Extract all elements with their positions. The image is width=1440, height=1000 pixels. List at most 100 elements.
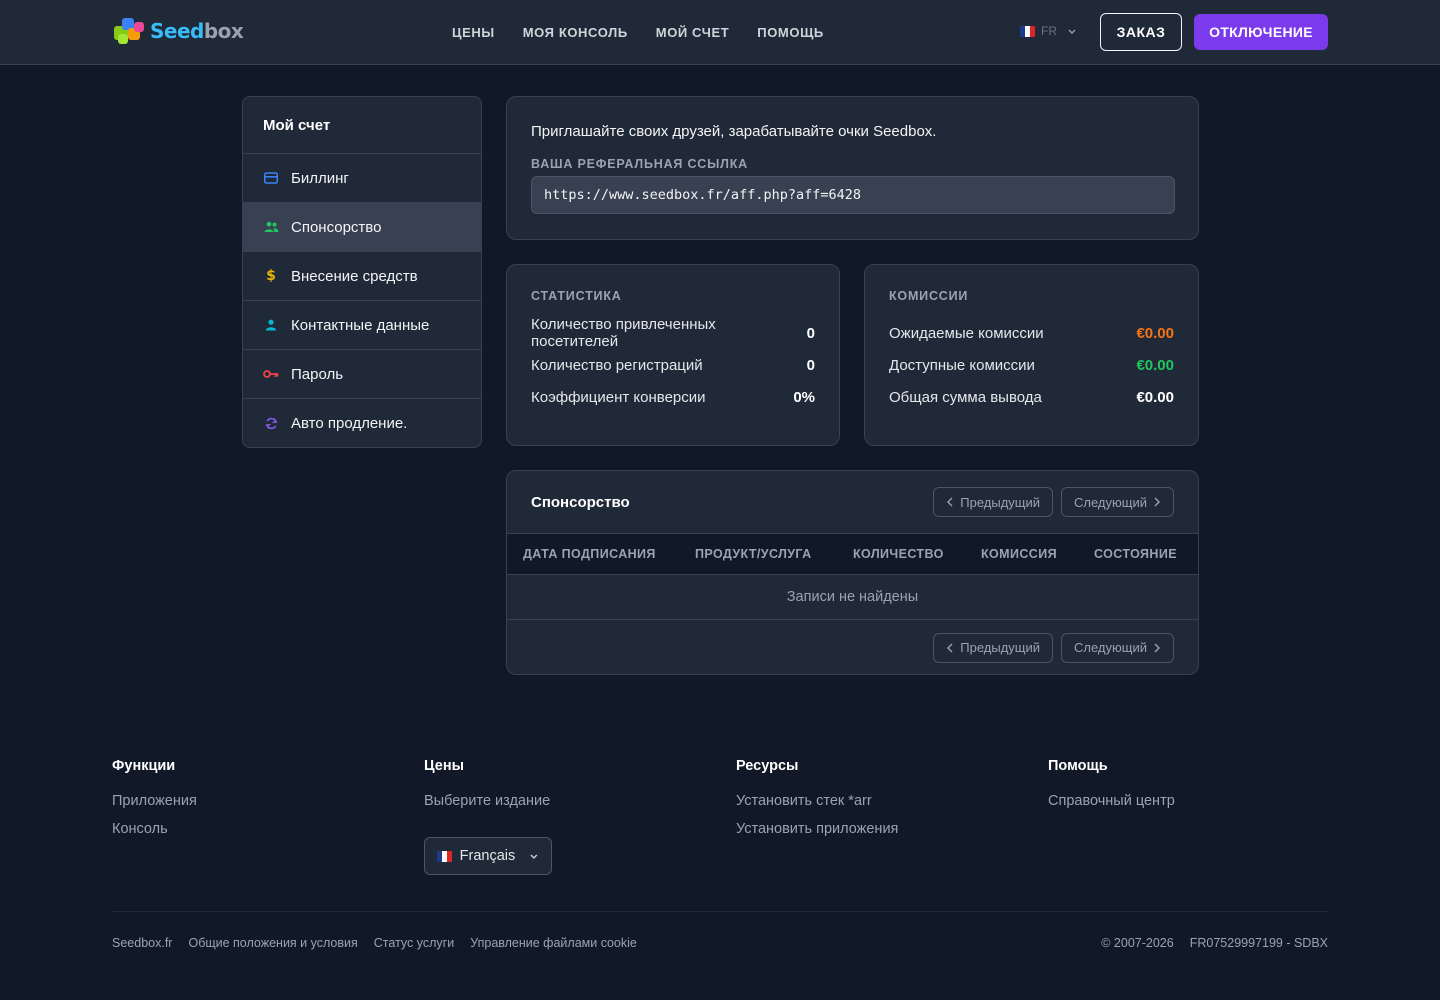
dollar-icon: $ [266, 268, 276, 284]
stat-value: 0 [806, 356, 815, 374]
next-button[interactable]: Следующий [1061, 487, 1174, 517]
nav-pricing[interactable]: ЦЕНЫ [452, 25, 495, 40]
statistics-title: СТАТИСТИКА [531, 289, 622, 303]
chevron-left-icon [947, 497, 953, 507]
logout-button[interactable]: ОТКЛЮЧЕНИЕ [1194, 14, 1328, 50]
footer-heading: Ресурсы [736, 758, 799, 774]
language-switcher[interactable]: FR [1020, 24, 1077, 38]
footer-column-features: Функции Приложения Консоль [112, 758, 197, 849]
nav-help[interactable]: ПОМОЩЬ [757, 25, 824, 40]
copyright: © 2007-2026 [1101, 936, 1174, 950]
users-icon [263, 219, 279, 235]
sponsorship-title: Спонсорство [531, 493, 630, 511]
referral-card: Приглашайте своих друзей, зарабатывайте … [506, 96, 1199, 240]
column-header-status[interactable]: СОСТОЯНИЕ [1094, 547, 1198, 561]
commission-row-withdrawn: Общая сумма вывода €0.00 [889, 381, 1174, 413]
footer-link-arr-stack[interactable]: Установить стек *arr [736, 793, 898, 821]
stat-label: Количество регистраций [531, 356, 703, 374]
stat-row-conversion: Коэффициент конверсии 0% [531, 381, 815, 413]
sidebar-item-label: Контактные данные [291, 316, 430, 334]
sidebar-item-password[interactable]: Пароль [243, 350, 481, 399]
footer-bottom-links: Seedbox.fr Общие положения и условия Ста… [112, 936, 637, 950]
column-header-date[interactable]: ДАТА ПОДПИСАНИЯ [507, 547, 695, 561]
previous-label: Предыдущий [960, 640, 1041, 655]
commission-label: Ожидаемые комиссии [889, 324, 1044, 342]
footer-link-install-apps[interactable]: Установить приложения [736, 821, 898, 849]
credit-card-icon [263, 170, 279, 186]
language-code: FR [1041, 24, 1057, 38]
commissions-title: КОМИССИИ [889, 289, 969, 303]
order-button[interactable]: ЗАКАЗ [1100, 13, 1182, 51]
commission-value: €0.00 [1136, 356, 1174, 374]
footer-column-resources: Ресурсы Установить стек *arr Установить … [736, 758, 898, 849]
footer-link-help-center[interactable]: Справочный центр [1048, 793, 1175, 821]
account-sidebar: Мой счет Биллинг Спонсорство $ Внесение … [242, 96, 482, 448]
sidebar-title: Мой счет [243, 97, 481, 154]
nav-account[interactable]: МОЙ СЧЕТ [656, 25, 730, 40]
footer-link-home[interactable]: Seedbox.fr [112, 936, 172, 950]
next-label: Следующий [1074, 640, 1147, 655]
chevron-down-icon [1068, 29, 1076, 34]
pagination-top: Предыдущий Следующий [933, 487, 1174, 517]
commission-label: Доступные комиссии [889, 356, 1035, 374]
footer-heading: Цены [424, 758, 464, 774]
logo-icon [114, 16, 148, 46]
sidebar-item-label: Спонсорство [291, 218, 382, 236]
sidebar-item-label: Авто продление. [291, 415, 408, 432]
column-header-commission[interactable]: КОМИССИЯ [981, 547, 1094, 561]
commission-label: Общая сумма вывода [889, 388, 1042, 406]
company-id: FR07529997199 - SDBX [1189, 936, 1328, 950]
sidebar-item-label: Биллинг [291, 169, 349, 187]
footer-link-apps[interactable]: Приложения [112, 793, 197, 821]
nav-console[interactable]: МОЯ КОНСОЛЬ [523, 25, 628, 40]
next-label: Следующий [1074, 494, 1147, 510]
footer-column-help: Помощь Справочный центр [1048, 758, 1175, 821]
sidebar-item-sponsorship[interactable]: Спонсорство [243, 203, 481, 252]
france-flag-icon [1020, 25, 1035, 37]
footer-link-console[interactable]: Консоль [112, 821, 197, 849]
sidebar-item-label: Внесение средств [291, 267, 418, 285]
chevron-down-icon [530, 854, 538, 859]
top-header: Seedbox ЦЕНЫ МОЯ КОНСОЛЬ МОЙ СЧЕТ ПОМОЩЬ… [0, 0, 1440, 65]
previous-button[interactable]: Предыдущий [933, 487, 1054, 517]
footer-legal: © 2007-2026 FR07529997199 - SDBX [1101, 936, 1328, 950]
stat-label: Коэффициент конверсии [531, 388, 706, 406]
chevron-right-icon [1154, 643, 1160, 652]
column-header-product[interactable]: ПРОДУКТ/УСЛУГА [695, 547, 853, 561]
footer-divider [112, 911, 1328, 912]
commission-row-available: Доступные комиссии €0.00 [889, 349, 1174, 381]
next-button[interactable]: Следующий [1061, 632, 1174, 663]
footer-link-cookies[interactable]: Управление файлами cookie [470, 936, 637, 950]
table-header: ДАТА ПОДПИСАНИЯ ПРОДУКТ/УСЛУГА КОЛИЧЕСТВ… [507, 534, 1198, 575]
user-icon [263, 317, 279, 333]
stat-row-visitors: Количество привлеченных посетителей 0 [531, 316, 815, 350]
logo[interactable]: Seedbox [114, 16, 244, 46]
footer-link-status[interactable]: Статус услуги [374, 936, 454, 950]
key-icon [263, 366, 279, 382]
footer-language-value: Français [459, 848, 516, 864]
sidebar-item-deposit[interactable]: $ Внесение средств [243, 252, 481, 301]
empty-table-message: Записи не найдены [507, 575, 1198, 620]
referral-link-field[interactable]: https://www.seedbox.fr/aff.php?aff=6428 [531, 176, 1175, 214]
commission-value: €0.00 [1136, 388, 1174, 406]
footer-link-terms[interactable]: Общие положения и условия [188, 936, 357, 950]
refresh-icon [263, 416, 279, 432]
column-header-quantity[interactable]: КОЛИЧЕСТВО [853, 547, 981, 561]
sidebar-item-contact[interactable]: Контактные данные [243, 301, 481, 350]
footer-column-pricing: Цены Выберите издание Français [424, 758, 552, 875]
previous-button[interactable]: Предыдущий [933, 632, 1054, 663]
footer-heading: Функции [112, 758, 176, 774]
sidebar-item-label: Пароль [291, 365, 344, 383]
footer-language-select[interactable]: Français [424, 837, 552, 875]
sidebar-item-auto-renew[interactable]: Авто продление. [243, 399, 481, 447]
commission-value: €0.00 [1136, 324, 1174, 342]
chevron-left-icon [947, 643, 953, 652]
chevron-right-icon [1154, 497, 1160, 507]
stat-row-registrations: Количество регистраций 0 [531, 349, 815, 381]
footer-link-choose-edition[interactable]: Выберите издание [424, 793, 552, 821]
france-flag-icon [437, 850, 452, 862]
commission-row-expected: Ожидаемые комиссии €0.00 [889, 317, 1174, 349]
sidebar-item-billing[interactable]: Биллинг [243, 154, 481, 203]
footer-heading: Помощь [1048, 758, 1108, 774]
stat-value: 0 [806, 324, 815, 342]
